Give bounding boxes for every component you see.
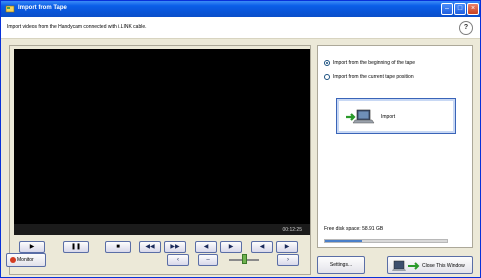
record-icon xyxy=(10,257,16,263)
pause-button[interactable]: ❚❚ xyxy=(63,241,89,253)
radio-from-current[interactable] xyxy=(324,74,330,80)
close-button[interactable]: × xyxy=(467,3,479,15)
settings-button[interactable]: Settings... xyxy=(317,256,365,274)
close-window-label: Close This Window xyxy=(422,263,465,269)
play-button[interactable]: ▶ xyxy=(19,241,45,253)
description-text: Import videos from the Handycam connecte… xyxy=(7,24,147,30)
rewind-button[interactable]: ◀◀ xyxy=(139,241,161,253)
app-icon xyxy=(5,5,15,13)
import-label: Import xyxy=(381,114,396,120)
prev-frame-button[interactable]: ◀ xyxy=(195,241,217,253)
timecode-text: 00:12:25 xyxy=(282,227,302,233)
maximize-button[interactable]: □ xyxy=(454,3,466,15)
option-from-beginning[interactable]: Import from the beginning of the tape xyxy=(324,58,415,68)
close-window-button[interactable]: Close This Window xyxy=(387,256,473,274)
close-window-icon xyxy=(392,260,420,271)
help-button[interactable]: ? xyxy=(459,21,473,35)
stop-button[interactable]: ■ xyxy=(105,241,131,253)
next-frame-button[interactable]: ▶ xyxy=(220,241,242,253)
volume-mid-button[interactable]: – xyxy=(198,254,218,266)
volume-down-button[interactable]: ‹ xyxy=(167,254,189,266)
fast-forward-button[interactable]: ▶▶ xyxy=(164,241,186,253)
import-window: Import from Tape – □ × Import videos fro… xyxy=(0,0,481,278)
label-from-current: Import from the current tape position xyxy=(333,74,414,80)
free-disk-space-text: Free disk space: 58.91 GB xyxy=(324,226,384,232)
description-bar: Import videos from the Handycam connecte… xyxy=(1,17,480,39)
volume-up-button[interactable]: › xyxy=(277,254,299,266)
video-preview xyxy=(14,49,310,224)
monitor-button[interactable]: Monitor xyxy=(6,253,46,267)
label-from-beginning: Import from the beginning of the tape xyxy=(333,60,415,66)
timecode-bar: 00:12:25 xyxy=(14,224,310,235)
disk-usage-fill xyxy=(325,240,362,242)
volume-slider-thumb[interactable] xyxy=(242,254,247,264)
import-button[interactable]: Import xyxy=(336,98,456,134)
monitor-label: Monitor xyxy=(17,257,34,263)
title-bar[interactable]: Import from Tape – □ × xyxy=(1,1,480,17)
radio-from-beginning[interactable] xyxy=(324,60,330,66)
import-options-panel: Import from the beginning of the tape Im… xyxy=(317,45,473,248)
slow-forward-button[interactable]: ▶ xyxy=(276,241,298,253)
minimize-button[interactable]: – xyxy=(441,3,453,15)
window-title: Import from Tape xyxy=(18,5,67,11)
option-from-current[interactable]: Import from the current tape position xyxy=(324,72,414,82)
laptop-import-icon xyxy=(346,109,375,124)
slow-back-button[interactable]: ◀ xyxy=(251,241,273,253)
disk-usage-bar xyxy=(324,239,448,243)
